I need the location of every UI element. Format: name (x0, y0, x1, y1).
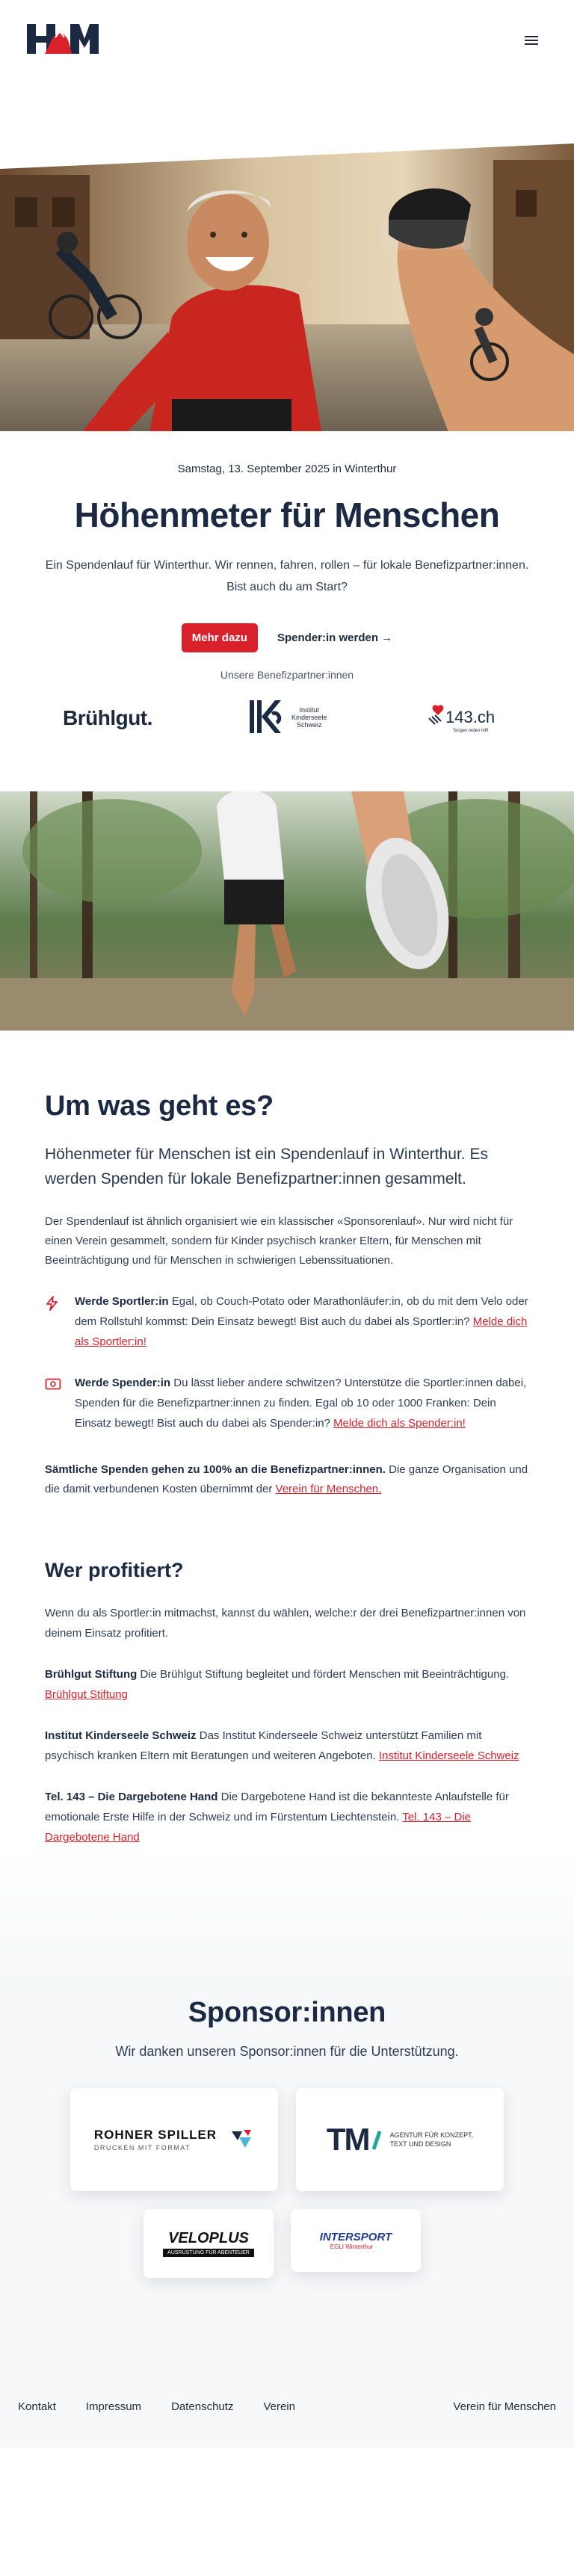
rohner-mark-icon (232, 2130, 252, 2148)
sponsors-thanks: Wir danken unseren Sponsor:innen für die… (115, 2044, 459, 2059)
partners-label: Unsere Benefizpartner:innen (220, 669, 354, 681)
sponsor-rohner-tag: DRUCKEN MIT FORMAT (93, 2144, 191, 2152)
sponsor-tm-tag2: TEXT UND DESIGN (389, 2140, 451, 2148)
sponsor-logos: ROHNER SPILLER DRUCKEN MIT FORMAT TM AGE… (30, 2088, 544, 2312)
become-donor-link[interactable]: Spender:in werden → (277, 631, 392, 644)
hero-image (0, 130, 574, 431)
sponsor-rohner-spiller[interactable]: ROHNER SPILLER DRUCKEN MIT FORMAT (70, 2088, 278, 2191)
hamburger-menu-button[interactable] (523, 33, 541, 48)
partner-logo-bruehlgut[interactable]: Brühlgut. (63, 706, 152, 730)
sponsor-tm-name: TM (326, 2122, 371, 2157)
partner-143-text: 143.ch (445, 708, 496, 726)
footer-link-kontakt[interactable]: Kontakt (18, 2400, 56, 2413)
org-kinderseele: Institut Kinderseele Schweiz Das Institu… (45, 1726, 529, 1766)
footer-nav: Kontakt Impressum Datenschutz Verein (18, 2400, 295, 2413)
event-date: Samstag, 13. September 2025 in Winterthu… (177, 463, 397, 475)
org-kinderseele-link[interactable]: Institut Kinderseele Schweiz (379, 1749, 519, 1762)
iks-line3: Schweiz (297, 721, 322, 729)
org-bruehlgut-text: Die Brühlgut Stiftung begleitet und förd… (137, 1668, 510, 1681)
org-kinderseele-title: Institut Kinderseele Schweiz (45, 1729, 197, 1742)
feature-athlete-title: Werde Sportler:in (75, 1295, 169, 1308)
sponsor-veloplus-name: VELOPLUS (168, 2230, 249, 2246)
footer-link-datenschutz[interactable]: Datenschutz (171, 2400, 233, 2413)
org-143-title: Tel. 143 – Die Dargebotene Hand (45, 1791, 218, 1803)
association-link[interactable]: Verein für Menschen. (276, 1483, 382, 1495)
heart-hand-icon (428, 705, 444, 725)
intro-section: Samstag, 13. September 2025 in Winterthu… (0, 431, 574, 741)
sponsor-tm[interactable]: TM AGENTUR FÜR KONZEPT, TEXT UND DESIGN (296, 2088, 504, 2191)
sponsor-intersport[interactable]: INTERSPORT EGLI Winterthur (291, 2209, 421, 2272)
register-donor-link[interactable]: Melde dich als Spender:in! (333, 1417, 466, 1430)
intro-lead: Ein Spendenlauf für Winterthur. Wir renn… (45, 559, 529, 593)
sponsor-veloplus[interactable]: VELOPLUS AUSRÜSTUNG FÜR ABENTEUER (144, 2209, 274, 2278)
partner-143-tag: Sorgen reden hilft (453, 729, 489, 733)
about-heading: Um was geht es? (45, 1090, 274, 1122)
sponsors-section: Sponsor:innen Wir danken unseren Sponsor… (0, 1847, 574, 2312)
donation-note-title: Sämtliche Spenden gehen zu 100% an die B… (45, 1463, 386, 1476)
about-subtitle: Höhenmeter für Menschen ist ein Spendenl… (45, 1146, 488, 1187)
sponsor-veloplus-tag: AUSRÜSTUNG FÜR ABENTEUER (163, 2249, 254, 2257)
sponsor-intersport-tag: EGLI Winterthur (330, 2243, 374, 2250)
feature-athlete: Werde Sportler:in Egal, ob Couch-Potato … (45, 1291, 529, 1352)
org-bruehlgut-link[interactable]: Brühlgut Stiftung (45, 1688, 128, 1701)
feature-donor: Werde Spender:in Du lässt lieber andere … (45, 1373, 529, 1433)
org-bruehlgut-title: Brühlgut Stiftung (45, 1668, 138, 1681)
partner-logos: Brühlgut. Institut Kinderseele Schweiz 1… (30, 696, 544, 741)
about-body: Der Spendenlauf ist ähnlich organisiert … (45, 1215, 513, 1267)
iks-line1: Institut (299, 706, 320, 714)
tm-slash-icon (371, 2131, 381, 2150)
org-bruehlgut: Brühlgut Stiftung Die Brühlgut Stiftung … (45, 1664, 529, 1705)
benefit-intro: Wenn du als Sportler:in mitmachst, kanns… (45, 1607, 526, 1640)
running-image (0, 791, 574, 1031)
org-143: Tel. 143 – Die Dargebotene Hand Die Darg… (45, 1787, 529, 1847)
about-section: Um was geht es? Höhenmeter für Menschen … (0, 1031, 574, 1847)
page-title: Höhenmeter für Menschen (74, 495, 500, 534)
lightning-icon (46, 1296, 58, 1311)
more-info-button[interactable]: Mehr dazu (181, 623, 258, 652)
footer-link-impressum[interactable]: Impressum (86, 2400, 141, 2413)
money-icon (45, 1378, 61, 1390)
donation-note: Sämtliche Spenden gehen zu 100% an die B… (45, 1460, 529, 1499)
feature-donor-title: Werde Spender:in (75, 1377, 171, 1389)
sponsor-tm-tag1: AGENTUR FÜR KONZEPT, (389, 2131, 474, 2139)
footer-link-verein[interactable]: Verein (263, 2400, 295, 2413)
sponsors-heading: Sponsor:innen (188, 1997, 386, 2028)
footer-association-name[interactable]: Verein für Menschen (453, 2400, 556, 2413)
sponsor-intersport-name: INTERSPORT (319, 2231, 392, 2243)
iks-line2: Kinderseele (291, 714, 327, 721)
site-footer: Kontakt Impressum Datenschutz Verein Ver… (0, 2312, 574, 2448)
sponsor-rohner-name: ROHNER SPILLER (93, 2128, 217, 2142)
hamburger-icon (525, 36, 538, 45)
site-header (0, 0, 574, 131)
benefit-heading: Wer profitiert? (45, 1559, 184, 1581)
cta-row: Mehr dazu Spender:in werden → (30, 623, 544, 652)
site-logo[interactable] (27, 22, 99, 57)
partner-logo-143[interactable]: 143.ch Sorgen reden hilft (426, 699, 501, 739)
partner-logo-kinderseele[interactable]: Institut Kinderseele Schweiz (250, 697, 347, 738)
